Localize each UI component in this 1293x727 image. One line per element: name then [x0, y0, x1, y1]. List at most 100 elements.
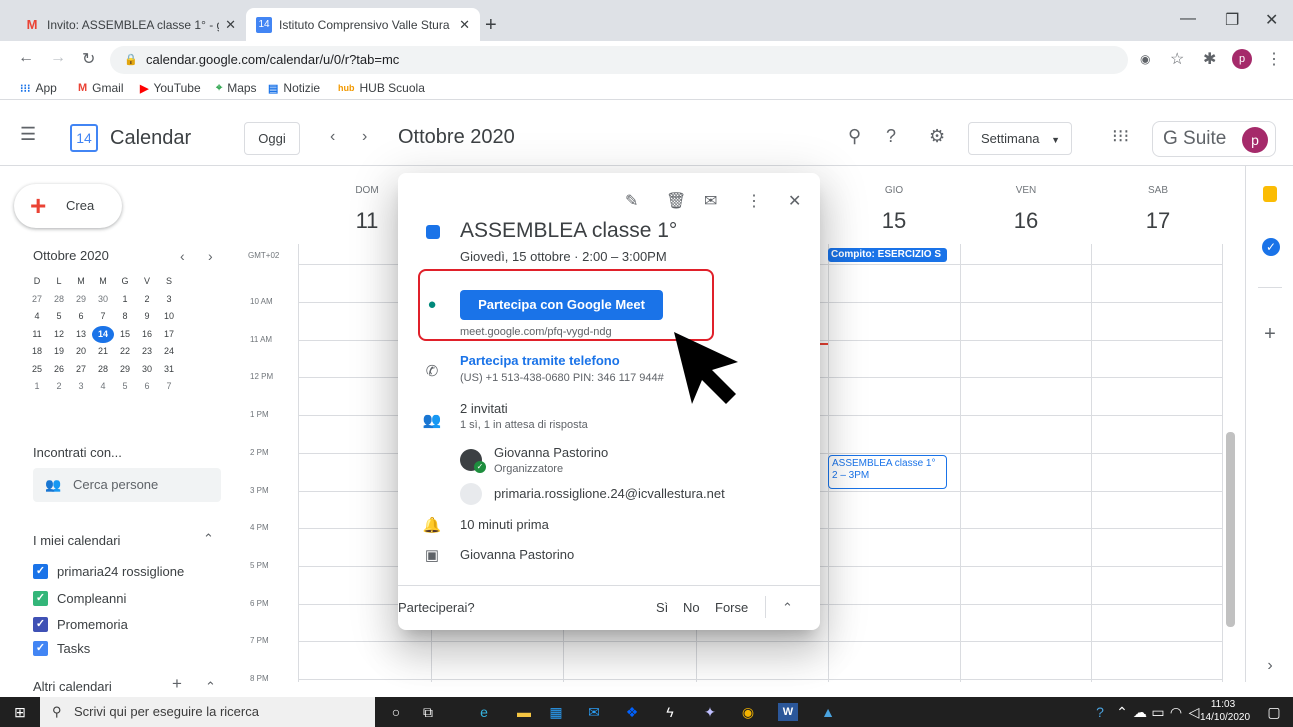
mini-day[interactable]: 11 [26, 326, 48, 344]
mini-prev-icon[interactable]: ‹ [180, 248, 185, 264]
app-lightning-icon[interactable]: ϟ [660, 703, 680, 721]
close-tab-icon[interactable]: ✕ [225, 17, 236, 33]
calendar-item[interactable]: ✓ Tasks [33, 641, 90, 656]
collapse-icon[interactable]: ⌃ [203, 531, 214, 547]
mini-day[interactable]: 14 [92, 325, 114, 343]
calendar-item[interactable]: ✓ Promemoria [33, 617, 128, 632]
edit-icon[interactable]: ✎ [625, 191, 638, 211]
prev-week-icon[interactable]: ‹ [330, 128, 335, 146]
allday-event-chip[interactable]: Compito: ESERCIZIO S [828, 248, 947, 262]
notifications-icon[interactable]: ▢ [1264, 703, 1284, 721]
bookmark-youtube[interactable]: ▶ YouTube [140, 81, 201, 95]
calendar-item[interactable]: ✓ primaria24 rossiglione [33, 564, 184, 579]
checkbox-checked[interactable]: ✓ [33, 641, 48, 656]
eye-icon[interactable]: ◉ [1140, 52, 1150, 66]
mini-day[interactable]: 20 [70, 343, 92, 361]
minimize-icon[interactable]: — [1180, 10, 1196, 28]
url-field[interactable]: 🔒 calendar.google.com/calendar/u/0/r?tab… [110, 46, 1128, 74]
add-addon-icon[interactable]: + [1260, 324, 1280, 344]
taskbar-clock[interactable]: 11:03 14/10/2020 [1200, 698, 1250, 724]
new-tab-button[interactable]: + [485, 14, 497, 37]
delete-icon[interactable]: 🗑 [666, 191, 686, 211]
star-icon[interactable]: ☆ [1170, 49, 1184, 69]
mini-day[interactable]: 29 [70, 291, 92, 309]
mini-day[interactable]: 3 [70, 378, 92, 396]
store-icon[interactable]: ▦ [546, 703, 566, 721]
rsvp-maybe-button[interactable]: Forse [715, 600, 748, 615]
mini-day[interactable]: 31 [158, 361, 180, 379]
mini-day[interactable]: 8 [114, 308, 136, 326]
profile-avatar[interactable]: p [1232, 49, 1252, 69]
my-calendars-heading[interactable]: I miei calendari [33, 533, 120, 548]
chrome-icon[interactable]: ◉ [738, 703, 758, 721]
tasks-icon[interactable]: ✓ [1262, 238, 1280, 256]
day-number[interactable]: 17 [1128, 208, 1188, 234]
rsvp-yes-button[interactable]: Sì [656, 600, 668, 615]
mini-day[interactable]: 23 [136, 343, 158, 361]
search-icon[interactable]: ⚲ [848, 126, 861, 147]
mini-day[interactable]: 6 [136, 378, 158, 396]
mini-day[interactable]: 28 [92, 361, 114, 379]
mini-day[interactable]: 3 [158, 291, 180, 309]
forward-icon[interactable]: → [50, 49, 66, 67]
windows-start-icon[interactable]: ⊞ [10, 703, 30, 721]
mini-day[interactable]: 6 [70, 308, 92, 326]
view-selector[interactable]: Settimana ▼ [968, 122, 1072, 155]
reload-icon[interactable]: ↻ [82, 49, 95, 69]
mini-day[interactable]: 12 [48, 326, 70, 344]
bookmark-apps[interactable]: ⁝⁝⁝ App [20, 81, 57, 95]
day-number[interactable]: 16 [996, 208, 1056, 234]
help-tray-icon[interactable]: ? [1090, 703, 1110, 721]
expand-panel-icon[interactable]: › [1260, 656, 1280, 676]
back-icon[interactable]: ← [18, 49, 34, 67]
account-avatar[interactable]: p [1242, 127, 1268, 153]
mini-day[interactable]: 30 [92, 291, 114, 309]
mini-day[interactable]: 5 [48, 308, 70, 326]
mini-day[interactable]: 28 [48, 291, 70, 309]
mini-day[interactable]: 13 [70, 326, 92, 344]
mini-day[interactable]: 1 [26, 378, 48, 396]
calendar-item[interactable]: ✓ Compleanni [33, 591, 126, 606]
mini-day[interactable]: 1 [114, 291, 136, 309]
file-explorer-icon[interactable]: ▬ [514, 703, 534, 721]
mini-day[interactable]: 15 [114, 326, 136, 344]
mini-day[interactable]: 16 [136, 326, 158, 344]
bookmark-notizie[interactable]: ▤ Notizie [268, 81, 320, 95]
bookmark-gmail[interactable]: M Gmail [78, 81, 124, 95]
main-menu-icon[interactable]: ☰ [20, 124, 36, 145]
rsvp-no-button[interactable]: No [683, 600, 700, 615]
mini-day[interactable]: 29 [114, 361, 136, 379]
help-icon[interactable]: ? [886, 126, 896, 147]
day-number[interactable]: 11 [337, 208, 397, 234]
mini-day[interactable]: 17 [158, 326, 180, 344]
tray-expand-icon[interactable]: ⌃ [1112, 703, 1132, 721]
mini-day[interactable]: 7 [158, 378, 180, 396]
bookmark-maps[interactable]: ⌖ Maps [216, 81, 257, 95]
task-view-icon[interactable]: ⧉ [418, 703, 438, 721]
extensions-icon[interactable]: ✱ [1203, 49, 1216, 69]
mini-day[interactable]: 22 [114, 343, 136, 361]
browser-tab-gmail[interactable]: M Invito: ASSEMBLEA classe 1° - gio ✕ [14, 8, 246, 41]
mini-day[interactable]: 9 [136, 308, 158, 326]
create-button[interactable]: + Crea [14, 184, 122, 228]
onedrive-icon[interactable]: ☁ [1130, 703, 1150, 721]
mini-day[interactable]: 27 [26, 291, 48, 309]
mini-day[interactable]: 7 [92, 308, 114, 326]
mini-day[interactable]: 18 [26, 343, 48, 361]
mini-day[interactable]: 5 [114, 378, 136, 396]
checkbox-checked[interactable]: ✓ [33, 564, 48, 579]
checkbox-checked[interactable]: ✓ [33, 591, 48, 606]
close-tab-icon[interactable]: ✕ [459, 17, 470, 33]
photos-icon[interactable]: ▲ [818, 703, 838, 721]
wifi-icon[interactable]: ◠ [1166, 703, 1186, 721]
collapse-icon[interactable]: ⌃ [205, 679, 216, 695]
mini-day[interactable]: 30 [136, 361, 158, 379]
taskbar-search[interactable]: ⚲ Scrivi qui per eseguire la ricerca [40, 697, 375, 727]
restore-icon[interactable]: ❐ [1225, 10, 1239, 30]
keep-icon[interactable] [1263, 186, 1277, 202]
dropbox-icon[interactable]: ❖ [622, 703, 642, 721]
mini-day[interactable]: 4 [26, 308, 48, 326]
mail-icon[interactable]: ✉ [584, 703, 604, 721]
mini-day[interactable]: 21 [92, 343, 114, 361]
mini-day[interactable]: 2 [48, 378, 70, 396]
